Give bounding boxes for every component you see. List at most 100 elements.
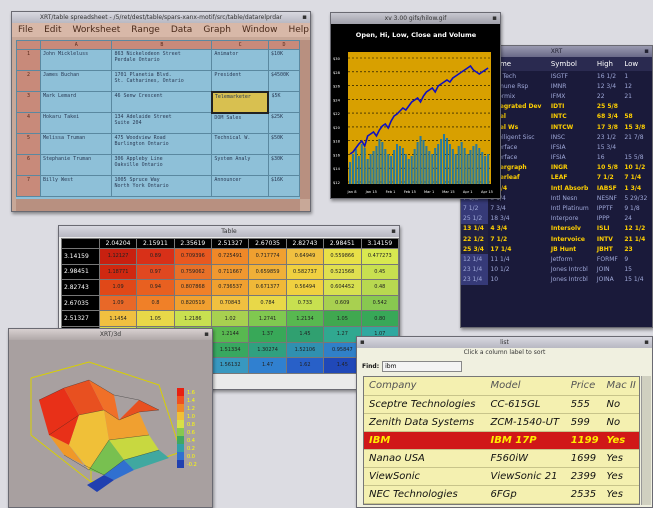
stock-row[interactable]: 25 1/2 18 3/4 Interpore IPPP 24 — [461, 213, 652, 224]
menu-graph[interactable]: Graph — [203, 25, 231, 35]
spreadsheet-title-bar[interactable]: XRT/table spreadsheet - /5/ret/dest/tabl… — [12, 12, 310, 23]
heatmap-cell[interactable]: 0.48 — [360, 279, 399, 296]
stock-column-header[interactable]: Symbol — [548, 57, 595, 71]
heatmap-cell[interactable]: 0.582737 — [285, 263, 325, 281]
spreadsheet-cell[interactable]: System Analy — [211, 154, 269, 176]
column-header[interactable]: C — [211, 40, 269, 50]
column-header[interactable]: D — [267, 40, 301, 50]
heatmap-cell[interactable]: 1.12127 — [98, 248, 138, 265]
window-menu-icon[interactable]: ▪ — [360, 337, 365, 348]
heatmap-column-header[interactable]: 3.14159 — [360, 238, 399, 249]
heatmap-cell[interactable]: 0.542 — [360, 294, 399, 312]
spreadsheet-cell[interactable]: Melissa Truman — [39, 133, 113, 155]
spreadsheet-cell[interactable]: $25K — [267, 112, 301, 134]
row-number[interactable]: 2 — [16, 70, 41, 92]
spreadsheet-cell[interactable]: Announcer — [211, 175, 269, 197]
heatmap-row-header[interactable]: 3.14159 — [61, 248, 100, 265]
stock-row[interactable]: 22 1/2 7 1/2 Intervoice INTV 21 1/4 — [461, 234, 652, 245]
heatmap-cell[interactable]: 1.1454 — [98, 310, 138, 327]
list-title-bar[interactable]: ▪ list ▪ — [357, 337, 652, 348]
heatmap-cell[interactable]: 1.51334 — [211, 341, 250, 359]
row-number[interactable]: 1 — [16, 49, 41, 71]
window-close-icon[interactable]: ▪ — [492, 13, 497, 24]
heatmap-cell[interactable]: 1.30274 — [248, 341, 287, 359]
monitor-table[interactable]: Company Model Price Mac II Sceptre Technolog… — [364, 377, 639, 504]
heatmap-cell[interactable]: 0.70843 — [211, 294, 250, 312]
heatmap-cell[interactable]: 0.609 — [323, 294, 362, 312]
spreadsheet-cell[interactable]: Hokaru Takei — [39, 112, 113, 134]
heatmap-cell[interactable]: 0.717774 — [248, 248, 287, 265]
heatmap-column-header[interactable]: 2.15911 — [136, 238, 175, 249]
row-number[interactable]: 6 — [16, 154, 41, 176]
spreadsheet-cell[interactable]: 1005 Spruce Way North York Ontario — [111, 175, 213, 197]
heatmap-cell[interactable]: 1.37 — [248, 325, 287, 343]
heatmap-cell[interactable]: 0.521568 — [323, 263, 362, 281]
row-number[interactable]: 5 — [16, 133, 41, 155]
row-number[interactable]: 3 — [16, 91, 41, 113]
spreadsheet-grid[interactable]: A B C D 1 John Mickleluss 863 Nickelodeon Stre… — [16, 40, 301, 199]
spreadsheet-cell[interactable]: Technical W. — [211, 133, 269, 155]
spreadsheet-cell[interactable]: $16K — [267, 175, 301, 197]
spreadsheet-cell[interactable]: $4500K — [267, 70, 301, 92]
spreadsheet-cell[interactable]: DOM Sales — [211, 112, 269, 134]
heatmap-column-header[interactable]: 2.35619 — [173, 238, 213, 249]
column-label-company[interactable]: Company — [364, 377, 486, 396]
list-scrollbar[interactable] — [641, 376, 651, 505]
column-header[interactable] — [16, 40, 41, 50]
heatmap-cell[interactable]: 0.604452 — [323, 279, 362, 296]
spreadsheet-cell[interactable]: Animator — [211, 49, 269, 71]
heatmap-cell[interactable]: 1.47 — [248, 357, 287, 374]
heatmap-row-header[interactable]: 2.67035 — [61, 294, 100, 312]
find-input[interactable] — [382, 360, 463, 372]
heatmap-cell[interactable]: 0.709396 — [173, 248, 213, 265]
heatmap-cell[interactable]: 1.02 — [211, 310, 250, 327]
heatmap-cell[interactable]: 0.64949 — [285, 248, 325, 265]
menu-worksheet[interactable]: Worksheet — [73, 25, 121, 35]
spreadsheet-cell[interactable]: 1701 Planetia Blvd. St. Catharines, Onta… — [111, 70, 213, 92]
spreadsheet-cell[interactable]: Stephanie Truman — [39, 154, 113, 176]
row-number[interactable]: 4 — [16, 112, 41, 134]
spreadsheet-cell[interactable]: $10K — [267, 49, 301, 71]
heatmap-cell[interactable]: 1.05 — [323, 310, 362, 327]
heatmap-cell[interactable]: 1.2134 — [285, 310, 325, 327]
heatmap-column-header[interactable]: 2.51327 — [211, 238, 250, 249]
chart-title-bar[interactable]: xv 3.00 gifs/hilow.gif ▪ — [331, 13, 500, 24]
stock-row[interactable]: 13 1/4 4 3/4 Intersolv ISLI 12 1/2 — [461, 223, 652, 234]
spreadsheet-cell[interactable]: $30K — [267, 154, 301, 176]
heatmap-cell[interactable]: 1.2186 — [173, 310, 213, 327]
heatmap-row-header[interactable]: 2.82743 — [61, 279, 100, 296]
menu-edit[interactable]: Edit — [44, 25, 61, 35]
heatmap-cell[interactable]: 0.8 — [136, 294, 175, 312]
spreadsheet-cell[interactable]: Mark Lemard — [39, 91, 113, 113]
spreadsheet-vertical-scrollbar[interactable] — [300, 40, 310, 199]
menu-window[interactable]: Window — [242, 25, 278, 35]
heatmap-column-header[interactable]: 2.82743 — [285, 238, 325, 249]
list-row[interactable]: IBM IBM 17P 1199 Yes — [364, 431, 639, 450]
heatmap-cell[interactable]: 0.559866 — [323, 248, 362, 265]
heatmap-cell[interactable]: 0.820519 — [173, 294, 213, 312]
spreadsheet-cell[interactable]: 475 Woodview Road Burlington Ontario — [111, 133, 213, 155]
list-row[interactable]: Nanao USA F560iW 1699 Yes — [364, 449, 639, 468]
heatmap-cell[interactable]: 1.2741 — [248, 310, 287, 327]
stock-row[interactable]: 23 1/4 10 1/2 Jones Intrcbl JOIN 15 — [461, 264, 652, 275]
heatmap-cell[interactable]: 0.80 — [360, 310, 399, 327]
surface-title-bar[interactable]: XRT/3d ▪ — [9, 329, 212, 340]
heatmap-cell[interactable]: 0.45 — [360, 263, 399, 281]
heatmap-title-bar[interactable]: Table ▪ — [59, 226, 399, 237]
spreadsheet-cell[interactable]: John Mickleluss — [39, 49, 113, 71]
heatmap-cell[interactable]: 0.89 — [136, 248, 175, 265]
spreadsheet-cell[interactable]: 134 Adelaide Street Suite 204 — [111, 112, 213, 134]
heatmap-cell[interactable]: 0.733 — [285, 294, 325, 312]
heatmap-cell[interactable]: 0.725491 — [211, 248, 250, 265]
spreadsheet-cell[interactable]: James Buchan — [39, 70, 113, 92]
spreadsheet-cell[interactable]: Billy West — [39, 175, 113, 197]
heatmap-cell[interactable]: 0.477273 — [360, 248, 399, 265]
heatmap-cell[interactable]: 1.18771 — [98, 263, 138, 281]
heatmap-cell[interactable]: 0.671377 — [248, 279, 287, 296]
column-header[interactable]: B — [111, 40, 213, 50]
list-row[interactable]: Zenith Data Systems ZCM-1540-UT 599 No — [364, 413, 639, 432]
stock-row[interactable]: 7 1/2 7 3/4 Intl Platinum IPPTF 9 1/8 — [461, 203, 652, 214]
heatmap-cell[interactable]: 0.659859 — [248, 263, 287, 281]
spreadsheet-cell[interactable]: $5K — [267, 91, 301, 113]
heatmap-row-header[interactable]: 2.98451 — [61, 263, 100, 281]
